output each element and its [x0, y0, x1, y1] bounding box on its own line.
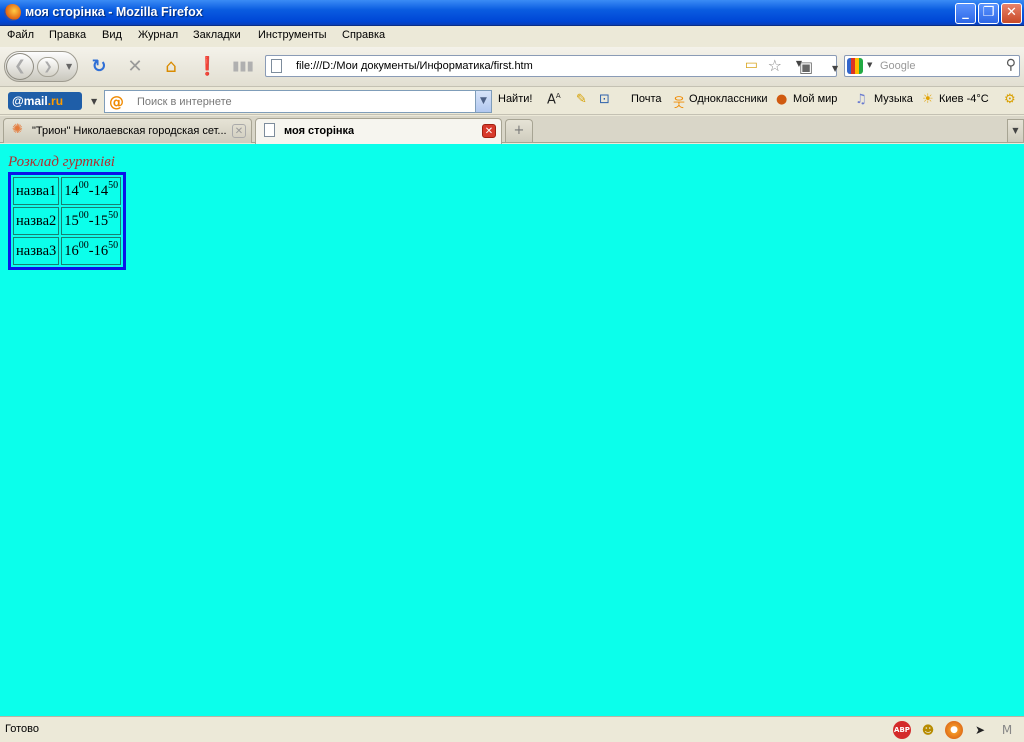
page-content: Розклад гуртківі назва1 1400-1450 назва2… [0, 144, 1024, 716]
course-name: назва2 [13, 207, 60, 235]
chevron-down-icon: ▼ [1012, 126, 1019, 135]
window-titlebar: моя сторінка - Mozilla Firefox _ ❐ ✕ [0, 0, 1024, 26]
engine-dropdown-icon[interactable]: ▼ [867, 61, 872, 69]
forward-icon: ❯ [43, 60, 53, 73]
table-row: назва3 1600-1650 [13, 237, 122, 265]
menu-help[interactable]: Справка [342, 29, 385, 41]
tab-trion-label: "Трион" Николаевская городская сет... [32, 125, 227, 137]
odnoklassniki-icon: 웃 [673, 96, 685, 111]
link-mail[interactable]: Почта [631, 93, 662, 105]
tab-bar: ✺ "Трион" Николаевская городская сет... … [0, 116, 1024, 144]
link-moi-mir[interactable]: Мой мир [793, 93, 837, 105]
menu-tools[interactable]: Инструменты [258, 29, 327, 41]
link-weather[interactable]: Киев -4°C [939, 93, 989, 105]
mailru-search-dropdown[interactable]: ▼ [475, 91, 491, 112]
weather-icon: ☀ [922, 92, 934, 107]
back-button[interactable]: ❮ [6, 53, 34, 80]
gmail-icon[interactable]: M [998, 721, 1016, 739]
close-icon: ✕ [1006, 5, 1017, 20]
course-time: 1400-1450 [61, 177, 122, 205]
tab-close-active-icon[interactable]: ✕ [482, 124, 496, 138]
stop-icon[interactable]: ✕ [124, 56, 146, 78]
search-bar[interactable]: ▼ Google ⚲ [844, 55, 1020, 77]
firefox-logo-icon [4, 4, 21, 21]
page-favicon-icon [264, 123, 275, 137]
mailru-search-icon: @ [109, 93, 124, 111]
tab-active[interactable]: моя сторінка ✕ [255, 118, 502, 144]
camera-dropdown-icon[interactable]: ▼ [832, 64, 838, 73]
signal-icon[interactable]: ▮▮▮ [232, 56, 254, 78]
mailru-search-placeholder[interactable]: Поиск в интернете [137, 96, 232, 108]
star-icon[interactable]: ☆ [768, 56, 782, 75]
face-icon[interactable]: ☻ [919, 721, 937, 739]
music-icon: ♫ [855, 92, 867, 107]
course-time: 1600-1650 [61, 237, 122, 265]
link-odnoklassniki[interactable]: Одноклассники [689, 93, 768, 105]
mailru-search-input[interactable]: @ Поиск в интернете ▼ [104, 90, 492, 113]
course-name: назва1 [13, 177, 60, 205]
tab-trion[interactable]: ✺ "Трион" Николаевская городская сет... … [3, 118, 252, 143]
menu-history[interactable]: Журнал [138, 29, 178, 41]
folder-icon[interactable]: ▭ [745, 57, 758, 73]
navigation-toolbar: ❮ ❯ ▼ ↻ ✕ ⌂ ❗ ▮▮▮ file:///D:/Мои докумен… [0, 47, 1024, 87]
search-placeholder[interactable]: Google [880, 60, 915, 72]
adblock-icon[interactable]: ABP [893, 721, 911, 739]
link-music[interactable]: Музыка [874, 93, 913, 105]
course-time: 1500-1550 [61, 207, 122, 235]
google-icon[interactable] [847, 58, 863, 74]
url-bar[interactable]: file:///D:/Мои документы/Информатика/fir… [265, 55, 837, 77]
mailru-toolbar: @mail.ru ▼ @ Поиск в интернете ▼ Найти! … [0, 88, 1024, 115]
restore-icon: ❐ [982, 5, 995, 20]
mailru-logo[interactable]: @mail.ru [8, 92, 82, 110]
settings-gear-icon[interactable]: ⚙ [1004, 92, 1016, 107]
trion-favicon-icon: ✺ [12, 122, 23, 137]
moi-mir-icon: ● [776, 92, 788, 107]
close-button[interactable]: ✕ [1001, 3, 1022, 24]
minimize-icon: _ [962, 5, 969, 20]
status-text: Готово [5, 723, 39, 735]
new-tab-button[interactable]: + [505, 119, 533, 142]
page-icon [271, 59, 282, 73]
course-name: назва3 [13, 237, 60, 265]
magnifier-icon[interactable]: ⚲ [1006, 57, 1016, 73]
menu-bar: Файл Правка Вид Журнал Закладки Инструме… [0, 26, 1024, 46]
minimize-button[interactable]: _ [955, 3, 976, 24]
tab-close-icon[interactable]: ✕ [232, 124, 246, 138]
zoom-icon[interactable]: ⊡ [599, 92, 610, 107]
status-bar: Готово ABP ☻ ● ➤ M [0, 716, 1024, 742]
table-row: назва2 1500-1550 [13, 207, 122, 235]
home-icon[interactable]: ⌂ [160, 56, 182, 78]
tab-active-label: моя сторінка [284, 125, 355, 137]
logo-dropdown-icon[interactable]: ▼ [91, 97, 97, 106]
plus-icon: + [513, 123, 525, 138]
addon-icon[interactable]: ❗ [196, 56, 218, 78]
forward-button[interactable]: ❯ [37, 57, 59, 77]
menu-edit[interactable]: Правка [49, 29, 86, 41]
camera-icon[interactable]: ▣ [795, 56, 817, 78]
back-icon: ❮ [14, 58, 26, 74]
find-button[interactable]: Найти! [498, 93, 532, 105]
window-title: моя сторінка - Mozilla Firefox [25, 5, 203, 19]
menu-file[interactable]: Файл [7, 29, 34, 41]
restore-button[interactable]: ❐ [978, 3, 999, 24]
url-text[interactable]: file:///D:/Мои документы/Информатика/fir… [296, 60, 533, 72]
history-dropdown-icon[interactable]: ▼ [66, 62, 72, 71]
back-forward-group: ❮ ❯ ▼ [4, 51, 78, 82]
reload-icon[interactable]: ↻ [88, 56, 110, 78]
menu-view[interactable]: Вид [102, 29, 122, 41]
cursor-icon[interactable]: ➤ [971, 721, 989, 739]
menu-bookmarks[interactable]: Закладки [193, 29, 241, 41]
firefox-icon[interactable]: ● [945, 721, 963, 739]
tab-list-button[interactable]: ▼ [1007, 119, 1024, 142]
table-row: назва1 1400-1450 [13, 177, 122, 205]
schedule-table: назва1 1400-1450 назва2 1500-1550 назва3… [8, 172, 127, 270]
page-heading: Розклад гуртківі [8, 154, 115, 170]
font-size-icon[interactable]: AA [547, 92, 561, 107]
highlight-icon[interactable]: ✎ [576, 92, 587, 107]
